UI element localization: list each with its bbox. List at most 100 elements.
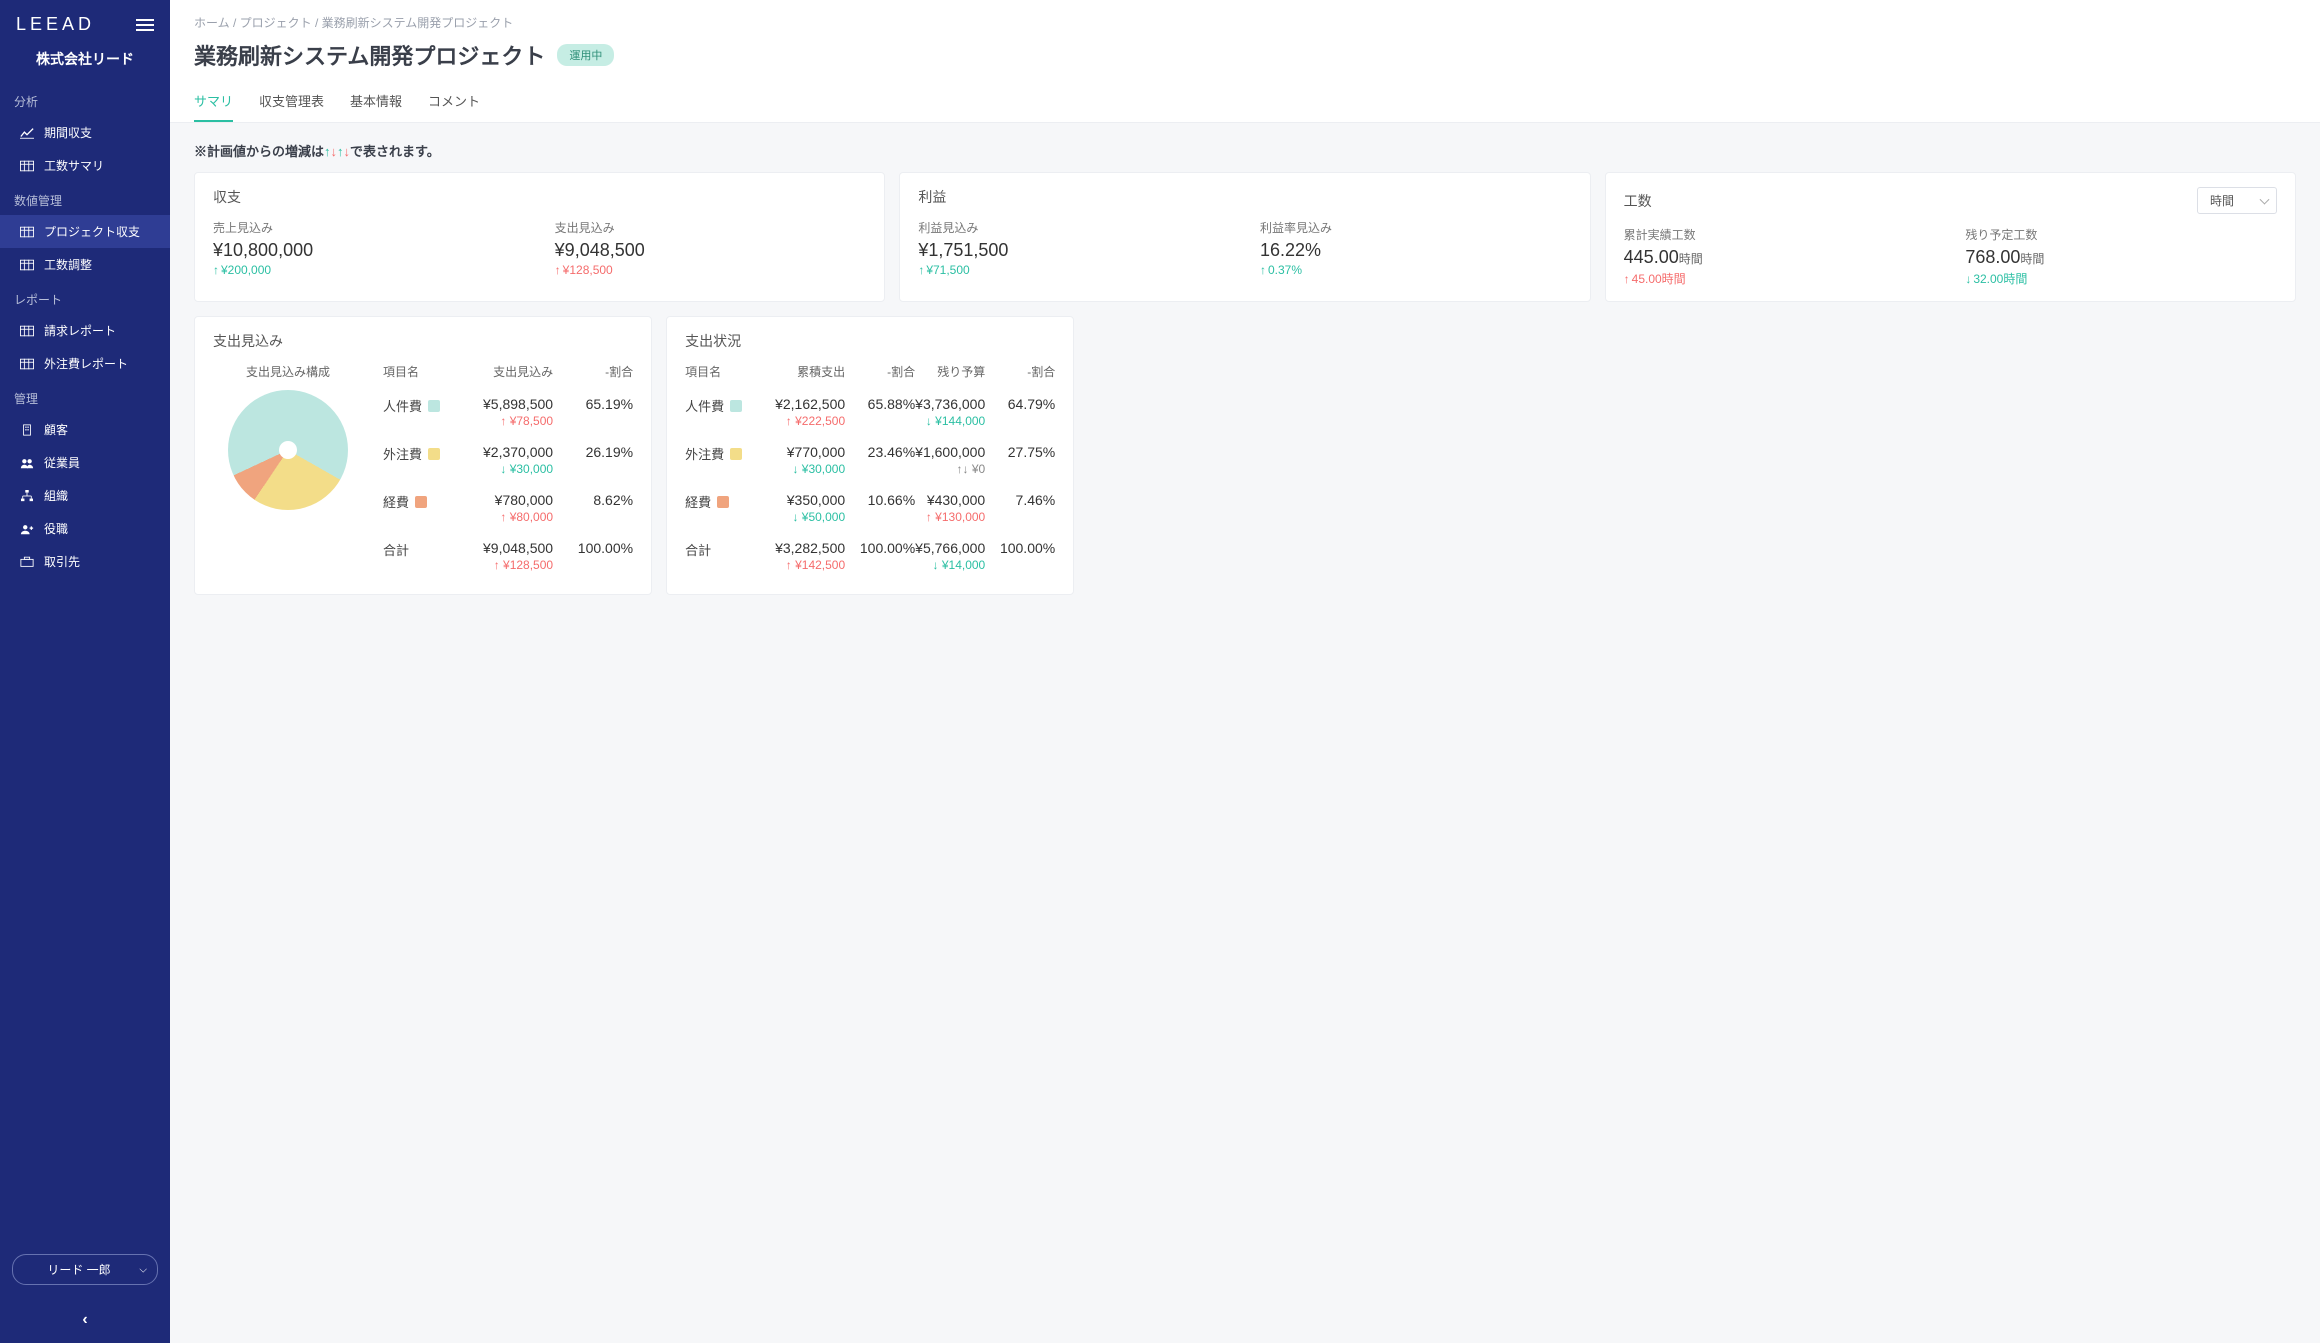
sidebar-item-label: 従業員 xyxy=(44,454,80,471)
th-cum: 累積支出 xyxy=(775,363,845,380)
user-plus-icon xyxy=(20,523,34,535)
cell-pct: 8.62% xyxy=(553,492,633,508)
th-value: 支出見込み xyxy=(483,363,553,380)
table-row: 外注費¥2,370,000↓ ¥30,00026.19% xyxy=(383,436,633,484)
card-title: 支出状況 xyxy=(685,331,741,351)
card-title: 収支 xyxy=(213,187,241,207)
spending-card-row: 支出見込み 支出見込み構成 項目名 支出見込み -割合 人 xyxy=(194,316,2296,595)
metric-delta: ↑¥200,000 xyxy=(213,263,525,277)
metric-利益率見込み: 利益率見込み16.22%↑0.37% xyxy=(1260,219,1572,277)
breadcrumb: ホーム / プロジェクト / 業務刷新システム開発プロジェクト xyxy=(194,14,2296,31)
cell-rpct: 64.79% xyxy=(985,396,1055,412)
metric-label: 累計実績工数 xyxy=(1624,226,1936,243)
card-shuushi: 収支 売上見込み¥10,800,000↑¥200,000支出見込み¥9,048,… xyxy=(194,172,885,302)
metric-value: ¥1,751,500 xyxy=(918,240,1230,261)
metric-label: 利益率見込み xyxy=(1260,219,1572,236)
nav-section-title: 数値管理 xyxy=(0,182,170,215)
brand-logo: LEEAD xyxy=(16,14,95,35)
cell-cum: ¥770,000↓ ¥30,000 xyxy=(775,444,845,476)
cell-pct: 100.00% xyxy=(553,540,633,556)
cell-rpct: 7.46% xyxy=(985,492,1055,508)
cell-name: 合計 xyxy=(685,540,775,559)
sidebar-item-外注費レポート[interactable]: 外注費レポート xyxy=(0,347,170,380)
sidebar-item-取引先[interactable]: 取引先 xyxy=(0,545,170,578)
table-icon xyxy=(20,325,34,337)
sidebar-item-従業員[interactable]: 従業員 xyxy=(0,446,170,479)
cell-value: ¥9,048,500↑ ¥128,500 xyxy=(483,540,553,572)
swatch-icon xyxy=(428,448,440,460)
cell-rem: ¥5,766,000↓ ¥14,000 xyxy=(915,540,985,572)
delta-note: ※計画値からの増減は↑↓↑↓で表されます。 xyxy=(194,141,2296,160)
sidebar-collapse-button[interactable]: ‹ xyxy=(0,1297,170,1343)
card-title: 利益 xyxy=(918,187,946,207)
table-row: 経費¥350,000↓ ¥50,00010.66%¥430,000↑ ¥130,… xyxy=(685,484,1055,532)
table-icon xyxy=(20,358,34,370)
cell-value: ¥5,898,500↑ ¥78,500 xyxy=(483,396,553,428)
metric-delta: ↑45.00時間 xyxy=(1624,270,1936,287)
card-spending-status: 支出状況 項目名 累積支出 -割合 残り予算 -割合 人件費¥2,162,500… xyxy=(666,316,1074,595)
metric-value: 445.00時間 xyxy=(1624,247,1936,268)
cell-name: 外注費 xyxy=(383,444,483,463)
cell-name: 外注費 xyxy=(685,444,775,463)
sidebar-item-label: 役職 xyxy=(44,520,68,537)
tab-サマリ[interactable]: サマリ xyxy=(194,81,233,122)
company-name: 株式会社リード xyxy=(0,43,170,83)
metric-label: 利益見込み xyxy=(918,219,1230,236)
metric-利益見込み: 利益見込み ¥1,751,500 ↑¥71,500 xyxy=(918,219,1230,277)
table-row: 経費¥780,000↑ ¥80,0008.62% xyxy=(383,484,633,532)
card-title: 支出見込み xyxy=(213,331,283,351)
chevron-down-icon: ⌵ xyxy=(139,1264,147,1275)
card-kousuu: 工数 時間 累計実績工数 445.00時間 ↑45.00時間 残り予定工数768.00… xyxy=(1605,172,2296,302)
sidebar: LEEAD 株式会社リード 分析期間収支工数サマリ数値管理プロジェクト収支工数調… xyxy=(0,0,170,1343)
sidebar-item-請求レポート[interactable]: 請求レポート xyxy=(0,314,170,347)
user-select[interactable]: リード 一郎 ⌵ xyxy=(12,1254,158,1285)
nav-section-title: 分析 xyxy=(0,83,170,116)
cell-name: 経費 xyxy=(685,492,775,511)
th-name: 項目名 xyxy=(383,363,483,380)
sidebar-item-label: 組織 xyxy=(44,487,68,504)
cell-cpct: 100.00% xyxy=(845,540,915,556)
sidebar-item-プロジェクト収支[interactable]: プロジェクト収支 xyxy=(0,215,170,248)
cell-value: ¥780,000↑ ¥80,000 xyxy=(483,492,553,524)
sidebar-item-工数サマリ[interactable]: 工数サマリ xyxy=(0,149,170,182)
sidebar-item-label: 取引先 xyxy=(44,553,80,570)
metric-value: 768.00時間 xyxy=(1965,247,2277,268)
swatch-icon xyxy=(730,400,742,412)
cell-value: ¥2,370,000↓ ¥30,000 xyxy=(483,444,553,476)
cell-cpct: 23.46% xyxy=(845,444,915,460)
cell-name: 合計 xyxy=(383,540,483,559)
sidebar-item-組織[interactable]: 組織 xyxy=(0,479,170,512)
hamburger-icon[interactable] xyxy=(136,19,154,31)
chart-line-icon xyxy=(20,127,34,139)
sidebar-item-役職[interactable]: 役職 xyxy=(0,512,170,545)
th-cpct: -割合 xyxy=(845,363,915,380)
metric-残り予定工数: 残り予定工数768.00時間↓32.00時間 xyxy=(1965,226,2277,287)
nav-section-title: レポート xyxy=(0,281,170,314)
tab-コメント[interactable]: コメント xyxy=(428,81,480,122)
metric-支出見込み: 支出見込み¥9,048,500↑¥128,500 xyxy=(555,219,867,277)
table-row: 人件費¥2,162,500↑ ¥222,50065.88%¥3,736,000↓… xyxy=(685,388,1055,436)
card-spending-forecast: 支出見込み 支出見込み構成 項目名 支出見込み -割合 人 xyxy=(194,316,652,595)
cell-cpct: 10.66% xyxy=(845,492,915,508)
pie-title: 支出見込み構成 xyxy=(213,363,363,380)
metric-delta: ↑¥71,500 xyxy=(918,263,1230,277)
card-title: 工数 xyxy=(1624,191,1652,211)
cell-rpct: 100.00% xyxy=(985,540,1055,556)
user-select-label: リード 一郎 xyxy=(47,1263,110,1277)
sidebar-item-顧客[interactable]: 顧客 xyxy=(0,413,170,446)
cell-cum: ¥3,282,500↑ ¥142,500 xyxy=(775,540,845,572)
tab-基本情報[interactable]: 基本情報 xyxy=(350,81,402,122)
table-icon xyxy=(20,226,34,238)
sidebar-item-label: 請求レポート xyxy=(44,322,116,339)
card-rieki: 利益 利益見込み ¥1,751,500 ↑¥71,500 利益率見込み16.22%↑0… xyxy=(899,172,1590,302)
metric-累計実績工数: 累計実績工数 445.00時間 ↑45.00時間 xyxy=(1624,226,1936,287)
cell-cpct: 65.88% xyxy=(845,396,915,412)
tab-収支管理表[interactable]: 収支管理表 xyxy=(259,81,324,122)
sidebar-item-期間収支[interactable]: 期間収支 xyxy=(0,116,170,149)
table-row: 合計¥9,048,500↑ ¥128,500100.00% xyxy=(383,532,633,580)
sidebar-item-工数調整[interactable]: 工数調整 xyxy=(0,248,170,281)
th-rpct: -割合 xyxy=(985,363,1055,380)
swatch-icon xyxy=(717,496,729,508)
kousuu-unit-select[interactable]: 時間 xyxy=(2197,187,2277,214)
table-row: 人件費¥5,898,500↑ ¥78,50065.19% xyxy=(383,388,633,436)
